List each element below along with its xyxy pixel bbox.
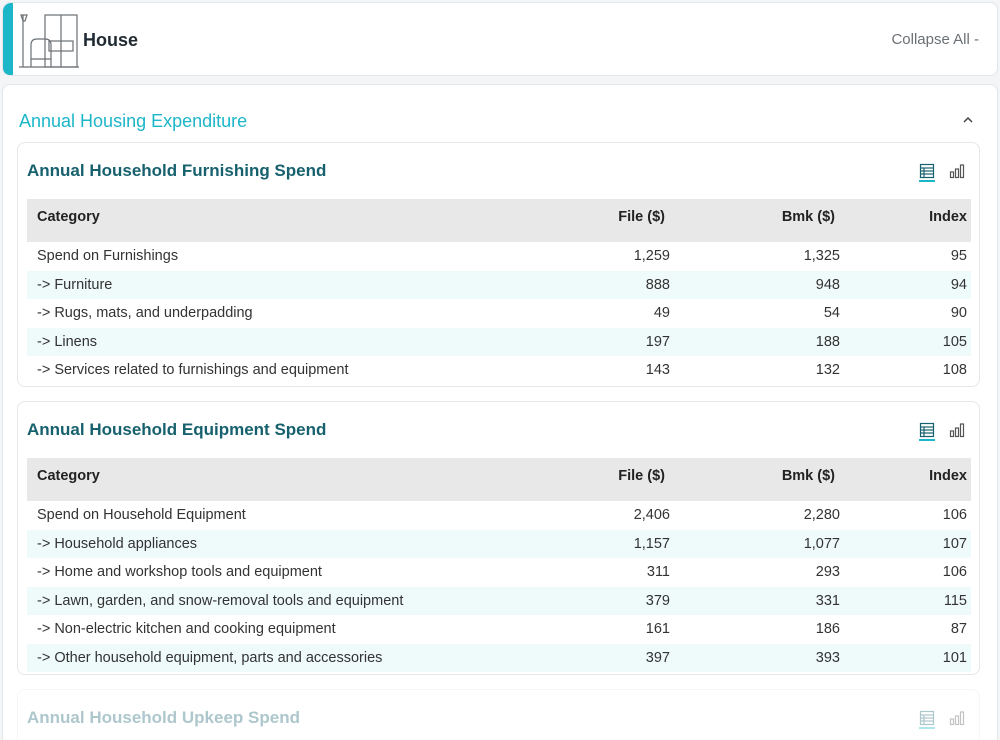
table-row: -> Furniture 888 948 94: [27, 270, 971, 299]
bar-chart-icon[interactable]: [949, 163, 965, 179]
cell-category: -> Non-electric kitchen and cooking equi…: [37, 621, 336, 638]
table-row: -> Home and workshop tools and equipment…: [27, 558, 971, 587]
cell-file: 197: [567, 327, 670, 356]
cell-bmk: 186: [815, 621, 840, 638]
cell-bmk: 948: [670, 270, 840, 299]
house-header-card: House Collapse All -: [2, 2, 998, 76]
cell-category: -> Home and workshop tools and equipment: [37, 564, 322, 581]
cell-bmk: 293: [815, 564, 840, 581]
table-row: -> Non-electric kitchen and cooking equi…: [27, 615, 971, 644]
cell-bmk: 1,325: [803, 248, 840, 265]
cell-file: 311: [646, 564, 670, 581]
column-header-file[interactable]: File ($): [567, 458, 670, 501]
cell-file: 2,406: [633, 507, 670, 524]
column-header-index[interactable]: Index: [840, 458, 971, 501]
furnishing-table: Category File ($) Bmk ($) Index Spend on…: [27, 199, 971, 385]
table-row: Spend on Household Equipment 2,406 2,280…: [27, 501, 971, 530]
cell-file: 397: [567, 643, 670, 672]
cell-file: 379: [567, 586, 670, 615]
column-header-category[interactable]: Category: [27, 199, 567, 242]
column-header-file[interactable]: File ($): [567, 199, 670, 242]
table-row: -> Linens 197 188 105: [27, 327, 971, 356]
cell-category: -> Linens: [27, 327, 567, 356]
cell-category: Spend on Furnishings: [37, 248, 179, 265]
furnishing-spend-panel: Annual Household Furnishing Spend Catego…: [17, 142, 980, 387]
equipment-spend-panel: Annual Household Equipment Spend Categor…: [17, 401, 980, 675]
house-furniture-icon: [19, 14, 79, 68]
cell-index: 90: [950, 305, 967, 322]
column-header-category[interactable]: Category: [27, 458, 567, 501]
table-row: -> Services related to furnishings and e…: [27, 356, 971, 385]
page-title: House: [83, 30, 139, 50]
cell-category: -> Lawn, garden, and snow-removal tools …: [27, 586, 567, 615]
cell-bmk: 54: [823, 305, 840, 322]
table-row: Spend on Furnishings 1,259 1,325 95: [27, 242, 971, 271]
table-view-icon[interactable]: [919, 163, 935, 179]
cell-index: 95: [950, 248, 967, 265]
table-view-icon[interactable]: [919, 422, 935, 438]
panel-title: Annual Household Upkeep Spend: [27, 708, 300, 727]
cell-index: 108: [942, 362, 967, 379]
table-row: -> Other household equipment, parts and …: [27, 643, 971, 672]
table-header-row: Category File ($) Bmk ($) Index: [27, 199, 971, 242]
upkeep-spend-panel: Annual Household Upkeep Spend: [17, 689, 980, 740]
cell-file: 888: [567, 270, 670, 299]
cell-index: 87: [950, 621, 967, 638]
table-view-icon[interactable]: [919, 710, 935, 726]
cell-index: 101: [840, 643, 971, 672]
cell-bmk: 1,077: [670, 529, 840, 558]
cell-bmk: 132: [815, 362, 840, 379]
panel-title: Annual Household Equipment Spend: [27, 420, 327, 439]
cell-index: 106: [942, 564, 967, 581]
header-accent-bar: [3, 3, 13, 75]
cell-bmk: 188: [670, 327, 840, 356]
column-header-bmk[interactable]: Bmk ($): [670, 199, 840, 242]
cell-file: 1,157: [567, 529, 670, 558]
cell-bmk: 331: [670, 586, 840, 615]
bar-chart-icon[interactable]: [949, 422, 965, 438]
cell-category: -> Other household equipment, parts and …: [27, 643, 567, 672]
cell-bmk: 393: [670, 643, 840, 672]
cell-file: 161: [645, 621, 670, 638]
cell-file: 49: [653, 305, 670, 322]
bar-chart-icon[interactable]: [949, 710, 965, 726]
cell-index: 105: [840, 327, 971, 356]
column-header-index[interactable]: Index: [840, 199, 971, 242]
equipment-table: Category File ($) Bmk ($) Index Spend on…: [27, 458, 971, 672]
cell-index: 94: [840, 270, 971, 299]
cell-file: 143: [645, 362, 670, 379]
table-row: -> Lawn, garden, and snow-removal tools …: [27, 586, 971, 615]
cell-bmk: 2,280: [803, 507, 840, 524]
chevron-up-icon[interactable]: [961, 113, 975, 127]
cell-category: -> Rugs, mats, and underpadding: [37, 305, 253, 322]
cell-index: 107: [840, 529, 971, 558]
cell-category: -> Household appliances: [27, 529, 567, 558]
table-row: -> Rugs, mats, and underpadding 49 54 90: [27, 299, 971, 328]
panel-title: Annual Household Furnishing Spend: [27, 161, 327, 180]
cell-file: 1,259: [633, 248, 670, 265]
cell-category: -> Furniture: [27, 270, 567, 299]
cell-index: 106: [942, 507, 967, 524]
cell-index: 115: [840, 586, 971, 615]
cell-category: -> Services related to furnishings and e…: [37, 362, 349, 379]
table-header-row: Category File ($) Bmk ($) Index: [27, 458, 971, 501]
cell-category: Spend on Household Equipment: [37, 507, 246, 524]
collapse-all-button[interactable]: Collapse All -: [891, 31, 979, 48]
section-title[interactable]: Annual Housing Expenditure: [19, 111, 247, 132]
table-row: -> Household appliances 1,157 1,077 107: [27, 529, 971, 558]
column-header-bmk[interactable]: Bmk ($): [670, 458, 840, 501]
